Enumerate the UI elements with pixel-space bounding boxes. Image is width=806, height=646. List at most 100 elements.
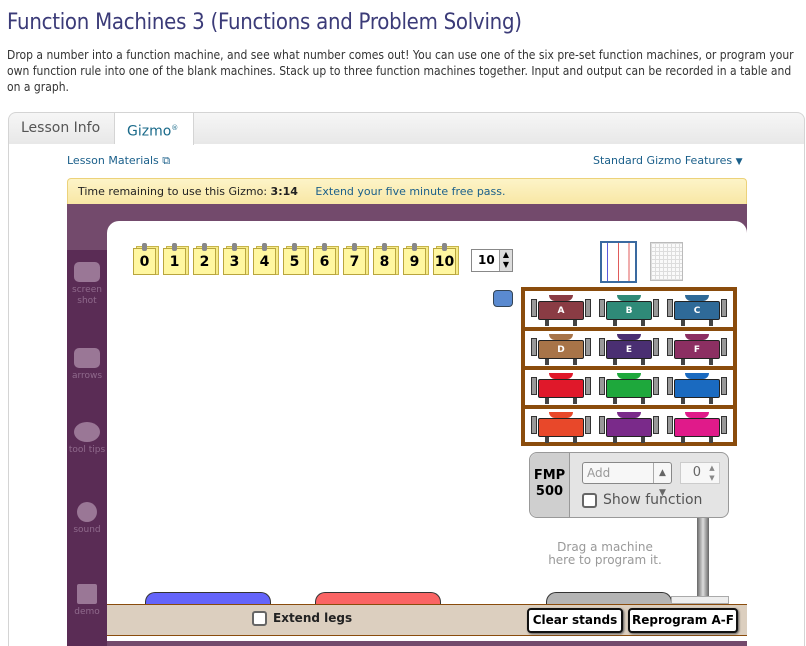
pin-icon <box>382 243 387 251</box>
function-machine[interactable]: E <box>599 334 659 366</box>
machine-leg <box>613 320 617 326</box>
pin-icon <box>202 243 207 251</box>
card-number: 9 <box>403 248 426 275</box>
extend-legs-toggle[interactable]: Extend legs <box>252 611 352 626</box>
function-machine[interactable]: B <box>599 295 659 327</box>
number-card[interactable]: 10 <box>433 243 459 275</box>
machine-body <box>538 379 584 398</box>
function-machine[interactable] <box>531 412 591 444</box>
graph-icon[interactable] <box>650 242 683 281</box>
machine-crank <box>653 377 659 395</box>
number-card[interactable]: 3 <box>223 243 249 275</box>
page-title: Function Machines 3 (Functions and Probl… <box>7 10 522 35</box>
stepper-arrows[interactable]: ▲ ▼ <box>705 463 719 483</box>
stepper-value: 10 <box>478 253 495 267</box>
stepper-arrows[interactable]: ▲ ▼ <box>499 250 512 271</box>
pin-icon <box>262 243 267 251</box>
clear-stands-button[interactable]: Clear stands <box>527 608 623 633</box>
reprogram-button[interactable]: Reprogram A-F <box>628 608 738 633</box>
number-card[interactable]: 9 <box>403 243 429 275</box>
tab-lesson-info[interactable]: Lesson Info <box>9 113 115 144</box>
machine-body: E <box>606 340 652 359</box>
machine-crank <box>585 338 591 356</box>
machine-shelf: A B C D E F <box>521 287 737 446</box>
machine-leg <box>545 398 549 404</box>
extend-pass-link[interactable]: Extend your five minute free pass. <box>315 185 505 198</box>
operand-stepper[interactable]: 0 ▲ ▼ <box>680 462 720 484</box>
function-machine[interactable]: A <box>531 295 591 327</box>
extend-legs-checkbox[interactable] <box>252 611 267 626</box>
number-card[interactable]: 2 <box>193 243 219 275</box>
machine-leg <box>641 359 645 365</box>
function-machine[interactable] <box>667 373 727 405</box>
sidebar-label: screen shot <box>72 285 102 306</box>
machine-crank <box>721 338 727 356</box>
function-machine[interactable]: F <box>667 334 727 366</box>
function-machine[interactable]: D <box>531 334 591 366</box>
machine-body: B <box>606 301 652 320</box>
machine-body: A <box>538 301 584 320</box>
machine-leg <box>681 359 685 365</box>
machine-body: D <box>538 340 584 359</box>
tab-bar: Lesson Info Gizmo® <box>8 112 805 145</box>
tv-icon <box>77 584 97 604</box>
machine-crank <box>585 416 591 434</box>
sidebar-arrows[interactable]: arrows <box>67 348 107 382</box>
machine-crank <box>653 338 659 356</box>
machine-crank <box>531 299 537 317</box>
machine-leg <box>545 359 549 365</box>
sidebar-tool-tips[interactable]: tool tips <box>67 422 107 456</box>
shelf-row <box>525 408 733 444</box>
sidebar-screenshot[interactable]: screen shot <box>67 262 107 307</box>
camera-icon[interactable] <box>493 290 513 307</box>
stand-pole <box>697 518 709 600</box>
machine-leg <box>573 437 577 443</box>
function-machine[interactable] <box>667 412 727 444</box>
card-count-stepper[interactable]: 10 ▲ ▼ <box>471 249 513 272</box>
machine-crank <box>599 377 605 395</box>
timer-value: 3:14 <box>270 185 298 198</box>
sidebar-label: sound <box>73 525 101 535</box>
show-function-toggle[interactable]: Show function <box>582 492 702 508</box>
number-card[interactable]: 4 <box>253 243 279 275</box>
number-card[interactable]: 6 <box>313 243 339 275</box>
machine-crank <box>599 338 605 356</box>
machine-crank <box>531 377 537 395</box>
number-card[interactable]: 7 <box>343 243 369 275</box>
function-machine[interactable]: C <box>667 295 727 327</box>
lesson-materials-link[interactable]: Lesson Materials ⧉ <box>67 154 170 168</box>
machine-crank <box>599 299 605 317</box>
sidebar-demo[interactable]: demo <box>67 584 107 618</box>
machine-body <box>538 418 584 437</box>
machine-leg <box>641 320 645 326</box>
function-machine[interactable] <box>599 412 659 444</box>
table-icon[interactable] <box>600 241 637 283</box>
number-card[interactable]: 8 <box>373 243 399 275</box>
show-function-checkbox[interactable] <box>582 492 597 508</box>
machine-crank <box>667 377 673 395</box>
fmp-label: FMP 500 <box>530 453 570 517</box>
standard-gizmo-features-link[interactable]: Standard Gizmo Features ▼ <box>593 154 743 167</box>
speaker-icon <box>77 502 97 522</box>
machine-leg <box>681 398 685 404</box>
function-machine[interactable] <box>599 373 659 405</box>
machine-crank <box>667 338 673 356</box>
pin-icon <box>232 243 237 251</box>
operation-select[interactable]: Add ▲ ▼ <box>582 462 672 498</box>
programming-panel: FMP 500 Add ▲ ▼ 0 ▲ ▼ Show function <box>529 452 729 518</box>
drag-hint: Drag a machine here to program it. <box>530 541 680 567</box>
sidebar-sound[interactable]: sound <box>67 502 107 536</box>
sidebar-label: tool tips <box>68 445 106 455</box>
drag-hint-line: here to program it. <box>548 553 662 567</box>
machine-crank <box>531 416 537 434</box>
function-machine[interactable] <box>531 373 591 405</box>
extend-legs-label: Extend legs <box>273 611 353 625</box>
card-number: 6 <box>313 248 336 275</box>
number-card[interactable]: 1 <box>163 243 189 275</box>
tab-gizmo[interactable]: Gizmo® <box>115 113 194 145</box>
number-card[interactable]: 0 <box>133 243 159 275</box>
projector-icon: ▼ <box>735 157 743 167</box>
card-number: 8 <box>373 248 396 275</box>
sidebar-label: arrows <box>71 371 103 381</box>
number-card[interactable]: 5 <box>283 243 309 275</box>
